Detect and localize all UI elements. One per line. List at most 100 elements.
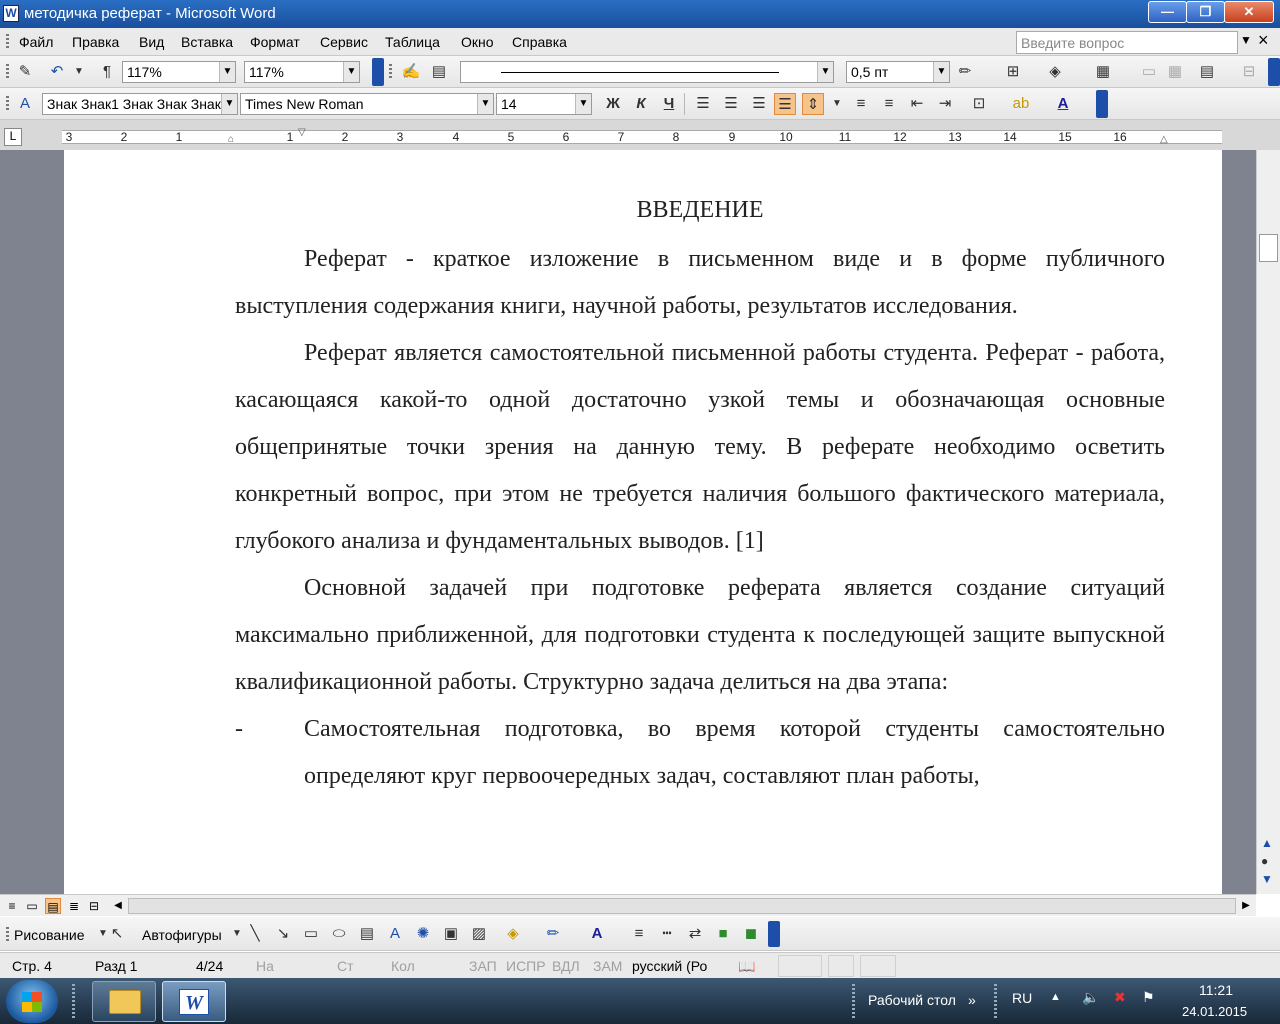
format-painter-icon[interactable]: ✎ [14, 61, 36, 83]
status-record[interactable]: ЗАП [469, 958, 497, 974]
highlight-icon[interactable]: ab [1010, 93, 1032, 115]
scroll-left-icon[interactable]: ◀ [110, 898, 126, 914]
outline-view-icon[interactable]: ≣ [66, 898, 82, 914]
line-color-icon[interactable]: ✏ [542, 923, 564, 945]
shading-icon[interactable]: ◈ [1044, 61, 1066, 83]
first-line-indent-marker-icon[interactable]: ▽ [298, 127, 306, 138]
wordart-icon[interactable]: A [384, 923, 406, 945]
text-box-icon[interactable]: ▤ [356, 923, 378, 945]
dash-style-icon[interactable]: ┅ [656, 923, 678, 945]
status-track-changes[interactable]: ИСПР [506, 958, 546, 974]
arrow-tool-icon[interactable]: ↘ [272, 923, 294, 945]
minimize-button[interactable]: — [1148, 1, 1187, 23]
next-page-icon[interactable]: ▼ [1261, 872, 1273, 886]
line-tool-icon[interactable]: ╲ [244, 923, 266, 945]
web-view-icon[interactable]: ▭ [24, 898, 40, 914]
maximize-button[interactable]: ❐ [1186, 1, 1225, 23]
line-style-combo[interactable]: ▼ [460, 61, 834, 83]
chevron-right-icon[interactable]: » [968, 992, 976, 1008]
align-center-icon[interactable]: ☰ [720, 93, 742, 115]
chevron-down-icon[interactable]: ▼ [817, 62, 833, 82]
vertical-scrollbar[interactable]: ▲ ● ▼ [1256, 150, 1280, 894]
undo-icon[interactable]: ↶ [46, 61, 68, 83]
ask-question-input[interactable]: Введите вопрос [1016, 31, 1238, 54]
border-color-icon[interactable]: ✏ [954, 61, 976, 83]
desktop-toolbar-label[interactable]: Рабочий стол [868, 992, 956, 1008]
drawing-menu-button[interactable]: Рисование [14, 927, 85, 943]
word-app-icon[interactable]: W [3, 5, 19, 22]
font-combo[interactable]: Times New Roman ▼ [240, 93, 494, 115]
form-icon[interactable]: ▤ [428, 61, 450, 83]
spelling-status-icon[interactable]: 📖 [738, 958, 755, 975]
previous-page-icon[interactable]: ▲ [1261, 836, 1273, 850]
document-text[interactable]: ВВЕДЕНИЕ Реферат - краткое изложение в п… [235, 184, 1165, 800]
edit-document-icon[interactable]: ✍ [400, 61, 422, 83]
font-color-icon[interactable]: A [586, 923, 608, 945]
select-objects-icon[interactable]: ↖ [106, 923, 128, 945]
language-indicator[interactable]: RU [1012, 990, 1032, 1006]
volume-icon[interactable]: 🔈 [1082, 989, 1099, 1006]
status-language[interactable]: русский (Ро [632, 958, 707, 974]
font-size-combo[interactable]: 14 ▼ [496, 93, 592, 115]
chevron-down-icon[interactable]: ▼ [575, 94, 591, 114]
chevron-down-icon[interactable]: ▼ [477, 94, 493, 114]
align-left-icon[interactable]: ☰ [692, 93, 714, 115]
left-indent-marker-icon[interactable]: ⌂ [228, 134, 234, 145]
menu-help[interactable]: Справка [512, 34, 567, 50]
show-hidden-icons-icon[interactable]: ▲ [1050, 991, 1061, 1003]
underline-button[interactable]: Ч [658, 93, 680, 115]
select-browse-object-icon[interactable]: ● [1261, 854, 1268, 868]
vertical-scroll-thumb[interactable] [1259, 234, 1278, 262]
toolbar-options-icon[interactable] [1096, 90, 1108, 118]
menu-tools[interactable]: Сервис [320, 34, 368, 50]
ruler-strip[interactable]: 3 2 1 1 2 3 4 5 6 7 8 9 10 11 12 13 14 1… [62, 127, 1222, 145]
menu-table[interactable]: Таблица [385, 34, 440, 50]
merge-cells-icon[interactable]: ▭ [1138, 61, 1160, 83]
chevron-down-icon[interactable]: ▼ [219, 62, 235, 82]
status-extend[interactable]: ВДЛ [552, 958, 580, 974]
scroll-right-icon[interactable]: ▶ [1238, 898, 1254, 914]
clock-time[interactable]: 11:21 [1199, 982, 1233, 998]
toolbar-options-icon[interactable] [1268, 58, 1280, 86]
arrow-style-icon[interactable]: ⇄ [684, 923, 706, 945]
show-formatting-icon[interactable]: ¶ [96, 61, 118, 83]
close-button[interactable]: ✕ [1224, 1, 1274, 23]
print-layout-icon[interactable]: ▤ [45, 898, 61, 914]
justify-icon[interactable]: ☰ [774, 93, 796, 115]
italic-button[interactable]: К [630, 93, 652, 115]
autoshapes-menu-button[interactable]: Автофигуры [142, 927, 222, 943]
close-document-icon[interactable]: × [1258, 30, 1269, 51]
align-right-icon[interactable]: ☰ [748, 93, 770, 115]
line-spacing-dropdown-icon[interactable]: ▼ [826, 93, 848, 115]
fill-color-icon[interactable]: ◈ [502, 923, 524, 945]
status-overtype[interactable]: ЗАМ [593, 958, 622, 974]
numbering-icon[interactable]: ≡ [850, 93, 872, 115]
shadow-style-icon[interactable]: ■ [712, 923, 734, 945]
bullets-icon[interactable]: ≡ [878, 93, 900, 115]
menu-window[interactable]: Окно [461, 34, 494, 50]
toolbar-options-icon[interactable] [372, 58, 384, 86]
normal-view-icon[interactable]: ≡ [4, 898, 20, 914]
undo-dropdown-icon[interactable]: ▼ [68, 61, 90, 83]
reading-view-icon[interactable]: ⊟ [86, 898, 102, 914]
distribute-rows-icon[interactable]: ⊟ [1238, 61, 1260, 83]
taskbar-explorer-button[interactable] [92, 981, 156, 1022]
line-spacing-icon[interactable]: ⇕ [802, 93, 824, 115]
menu-edit[interactable]: Правка [72, 34, 119, 50]
rectangle-tool-icon[interactable]: ▭ [300, 923, 322, 945]
line-weight-combo[interactable]: 0,5 пт ▼ [846, 61, 950, 83]
start-button[interactable] [6, 980, 58, 1023]
bold-button[interactable]: Ж [602, 93, 624, 115]
menu-format[interactable]: Формат [250, 34, 300, 50]
toolbar-options-icon[interactable] [768, 921, 780, 947]
network-icon[interactable]: ✖ [1114, 989, 1126, 1006]
align-cell-icon[interactable]: ▤ [1196, 61, 1218, 83]
picture-icon[interactable]: ▨ [468, 923, 490, 945]
clock-date[interactable]: 24.01.2015 [1182, 1004, 1247, 1019]
action-center-icon[interactable]: ⚑ [1142, 989, 1155, 1006]
ask-dropdown-arrow[interactable]: ▼ [1240, 33, 1252, 47]
font-color-icon[interactable]: A [1052, 93, 1074, 115]
zoom-combo-1[interactable]: 117% ▼ [122, 61, 236, 83]
decrease-indent-icon[interactable]: ⇤ [906, 93, 928, 115]
zoom-combo-2[interactable]: 117% ▼ [244, 61, 360, 83]
